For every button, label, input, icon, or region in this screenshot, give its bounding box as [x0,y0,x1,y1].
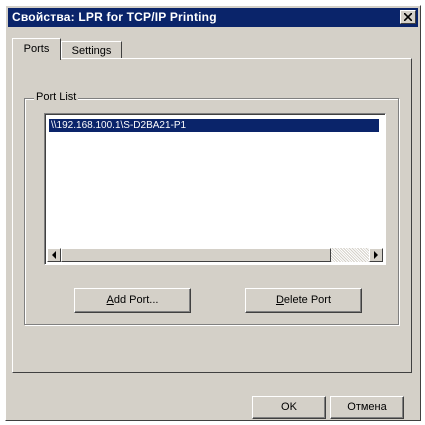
port-listbox[interactable]: \\192.168.100.1\S-D2BA21-P1 [44,113,386,265]
scroll-left-button[interactable] [47,248,61,262]
delete-port-button[interactable]: Delete Port [245,288,362,313]
add-port-mnemonic: A [106,294,114,306]
scrollbar-thumb[interactable] [61,248,331,262]
tab-ports[interactable]: Ports [12,38,61,60]
horizontal-scrollbar[interactable] [47,248,383,262]
cancel-button[interactable]: Отмена [330,396,404,419]
list-item[interactable]: \\192.168.100.1\S-D2BA21-P1 [49,119,379,132]
delete-port-label: elete Port [283,294,332,306]
arrow-right-icon [374,251,378,259]
add-port-button[interactable]: Add Port... [74,288,191,313]
tab-settings-label: Settings [71,45,112,57]
ok-button[interactable]: OK [252,396,326,419]
tab-ports-label: Ports [23,43,50,55]
title-bar[interactable]: Свойства: LPR for TCP/IP Printing [8,8,418,27]
close-icon [404,13,412,21]
close-button[interactable] [400,10,416,24]
arrow-left-icon [52,251,56,259]
delete-port-mnemonic: D [275,294,284,306]
scroll-right-button[interactable] [369,248,383,262]
add-port-label: dd Port... [113,294,159,306]
window-title: Свойства: LPR for TCP/IP Printing [12,10,217,24]
port-list-label: Port List [34,91,79,103]
